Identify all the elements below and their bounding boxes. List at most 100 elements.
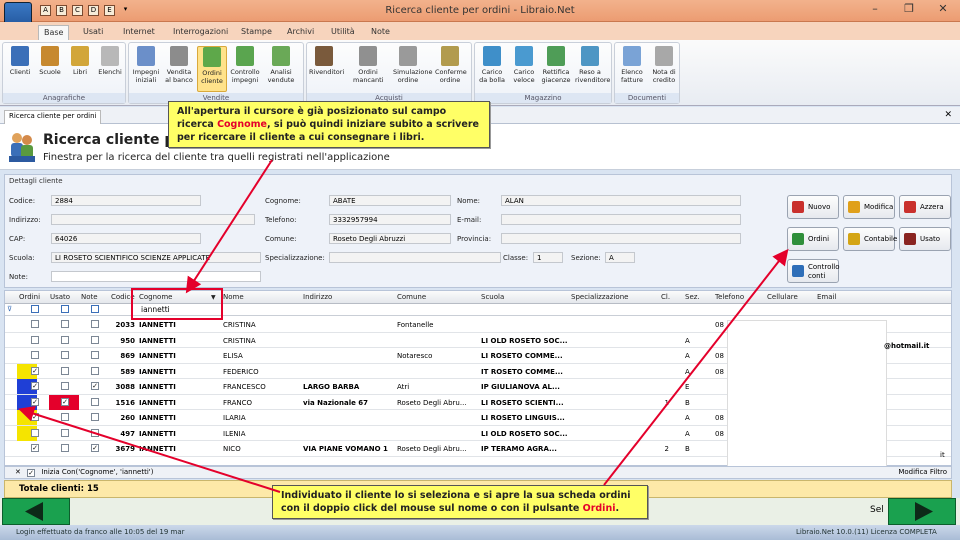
col-note[interactable]: Note [81, 293, 98, 301]
usato-checkbox[interactable] [61, 428, 69, 437]
scuole-button[interactable]: Scuole [35, 46, 65, 92]
back-button[interactable] [2, 498, 70, 525]
filter-ordini-checkbox[interactable] [31, 305, 39, 313]
sezione-field[interactable]: A [605, 252, 635, 263]
tab-stampe[interactable]: Stampe [236, 25, 277, 40]
note-checkbox[interactable] [91, 335, 99, 344]
ordini-checkbox[interactable] [31, 428, 39, 437]
rettifica-giacenze-button[interactable]: Rettifica giacenze [541, 46, 571, 92]
ordini-checkbox[interactable]: ✓ [31, 366, 39, 375]
tab-usati[interactable]: Usati [78, 25, 108, 40]
usato-checkbox[interactable] [61, 335, 69, 344]
usato-checkbox[interactable] [61, 382, 69, 390]
ordini-checkbox[interactable]: ✓ [31, 397, 39, 406]
col-nome[interactable]: Nome [223, 293, 244, 301]
tab-utilita[interactable]: Utilità [326, 25, 360, 40]
close-icon[interactable]: ✕ [926, 0, 960, 18]
scuola-field[interactable]: LI ROSETO SCIENTIFICO SCIENZE APPLICATE [51, 252, 261, 263]
select-label[interactable]: Sel [870, 505, 884, 515]
clienti-button[interactable]: Clienti [5, 46, 35, 92]
col-classe[interactable]: Cl. [661, 293, 670, 301]
col-usato[interactable]: Usato [50, 293, 70, 301]
contabile-button[interactable]: Contabile [843, 227, 897, 251]
ordini-mancanti-button[interactable]: Ordini mancanti [353, 46, 383, 92]
reso-rivenditore-button[interactable]: Reso a rivenditore [575, 46, 610, 92]
col-specializzazione[interactable]: Specializzazione [571, 293, 628, 301]
conferme-ordine-button[interactable]: Conferme ordine [435, 46, 467, 92]
note-checkbox[interactable] [91, 428, 99, 437]
tab-note[interactable]: Note [366, 25, 395, 40]
usato-checkbox[interactable] [61, 320, 69, 328]
col-sezione[interactable]: Sez. [685, 293, 700, 301]
col-comune[interactable]: Comune [397, 293, 426, 301]
tab-archivi[interactable]: Archivi [282, 25, 319, 40]
codice-field[interactable]: 2884 [51, 195, 201, 206]
filter-clear-icon[interactable]: ✕ [15, 468, 21, 476]
usato-checkbox[interactable]: ✓ [61, 397, 69, 406]
rivenditori-button[interactable]: Rivenditori [309, 46, 344, 92]
controllo-impegni-button[interactable]: Controllo impegni [230, 46, 260, 92]
ordini-checkbox[interactable] [31, 335, 39, 344]
tab-interrogazioni[interactable]: Interrogazioni [168, 25, 233, 40]
ordini-checkbox[interactable]: ✓ [31, 444, 39, 452]
carico-bolla-button[interactable]: Carico da bolla [477, 46, 507, 92]
tab-base[interactable]: Base [38, 25, 70, 40]
modifica-button[interactable]: Modifica [843, 195, 895, 219]
col-email[interactable]: Email [817, 293, 836, 301]
note-field[interactable] [51, 271, 261, 282]
col-indirizzo[interactable]: Indirizzo [303, 293, 332, 301]
ordini-checkbox[interactable]: ✓ [31, 413, 39, 421]
nota-credito-button[interactable]: Nota di credito [649, 46, 679, 92]
filter-usato-checkbox[interactable] [61, 305, 69, 313]
comune-field[interactable]: Roseto Degli Abruzzi [329, 233, 451, 244]
email-field[interactable] [501, 214, 741, 225]
doc-tab-ricerca-cliente[interactable]: Ricerca cliente per ordini [4, 110, 102, 124]
usato-checkbox[interactable] [61, 366, 69, 375]
cap-field[interactable]: 64026 [51, 233, 201, 244]
usato-button[interactable]: Usato [899, 227, 951, 251]
nuovo-button[interactable]: Nuovo [787, 195, 839, 219]
nome-field[interactable]: ALAN [501, 195, 741, 206]
cognome-field[interactable]: ABATE [329, 195, 451, 206]
restore-icon[interactable]: ❐ [892, 0, 926, 18]
usato-checkbox[interactable] [61, 351, 69, 359]
col-scuola[interactable]: Scuola [481, 293, 504, 301]
col-telefono[interactable]: Telefono [715, 293, 744, 301]
analisi-vendute-button[interactable]: Analisi vendute [266, 46, 296, 92]
doc-close-icon[interactable]: ✕ [944, 110, 952, 120]
note-checkbox[interactable] [91, 413, 99, 421]
tab-internet[interactable]: Internet [118, 25, 160, 40]
modifica-filtro-link[interactable]: Modifica Filtro [898, 467, 947, 478]
elenchi-button[interactable]: Elenchi [95, 46, 125, 92]
azzera-button[interactable]: Azzera [899, 195, 951, 219]
ordini-button[interactable]: Ordini [787, 227, 839, 251]
usato-checkbox[interactable] [61, 413, 69, 421]
elenco-fatture-button[interactable]: Elenco fatture [617, 46, 647, 92]
ordini-checkbox[interactable] [31, 351, 39, 359]
note-checkbox[interactable] [91, 397, 99, 406]
col-cellulare[interactable]: Cellulare [767, 293, 798, 301]
controllo-conti-button[interactable]: Controllo conti [787, 259, 840, 283]
ordini-checkbox[interactable] [31, 320, 39, 328]
filter-funnel-icon[interactable]: ⊽ [7, 305, 12, 313]
classe-field[interactable]: 1 [533, 252, 563, 263]
ordini-checkbox[interactable]: ✓ [31, 382, 39, 390]
filter-enabled-checkbox[interactable]: ✓ [27, 469, 36, 477]
impegni-iniziali-button[interactable]: Impegni iniziali [131, 46, 161, 92]
note-checkbox[interactable]: ✓ [91, 444, 99, 452]
simulazione-ordine-button[interactable]: Simulazione ordine [393, 46, 433, 92]
telefono-field[interactable]: 3332957994 [329, 214, 451, 225]
note-checkbox[interactable] [91, 366, 99, 375]
provincia-field[interactable] [501, 233, 741, 244]
libri-button[interactable]: Libri [65, 46, 95, 92]
filter-note-checkbox[interactable] [91, 305, 99, 313]
specializzazione-field[interactable] [329, 252, 501, 263]
vendita-banco-button[interactable]: Vendita al banco [164, 46, 194, 92]
note-checkbox[interactable] [91, 320, 99, 328]
note-checkbox[interactable]: ✓ [91, 382, 99, 390]
forward-button[interactable] [888, 498, 956, 525]
col-ordini[interactable]: Ordini [19, 293, 40, 301]
usato-checkbox[interactable] [61, 444, 69, 452]
minimize-icon[interactable]: – [858, 0, 892, 18]
indirizzo-field[interactable] [51, 214, 255, 225]
